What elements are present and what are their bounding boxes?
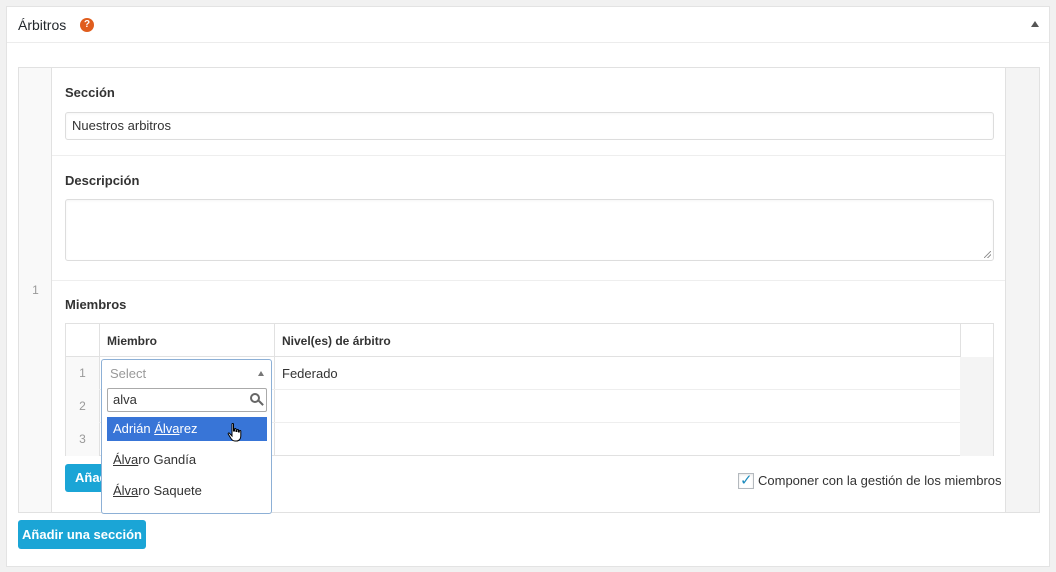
- level-cell[interactable]: Federado: [282, 366, 338, 381]
- help-icon[interactable]: ?: [80, 18, 94, 32]
- compose-checkbox-label[interactable]: Componer con la gestión de los miembros: [758, 473, 1002, 488]
- search-icon: [250, 393, 260, 403]
- panel-title: Árbitros: [18, 17, 67, 33]
- compose-checkbox[interactable]: [738, 471, 754, 489]
- divider: [52, 280, 1005, 281]
- option-match: Álva: [113, 452, 139, 467]
- section-input[interactable]: Nuestros arbitros: [65, 112, 994, 140]
- member-select[interactable]: Select: [101, 359, 272, 387]
- option-match: Álva: [154, 421, 180, 436]
- select-placeholder: Select: [110, 366, 147, 381]
- collapse-icon[interactable]: [1031, 21, 1039, 27]
- divider: [52, 155, 1005, 156]
- arbitros-panel: Árbitros ? 1 Sección Nuestros arbitros D…: [6, 6, 1050, 567]
- description-textarea[interactable]: [65, 199, 994, 261]
- row-actions[interactable]: [960, 357, 993, 390]
- description-label: Descripción: [65, 173, 140, 188]
- option-match: Álva: [113, 483, 139, 498]
- resize-grip-icon[interactable]: [984, 251, 991, 258]
- option-suffix: ro Saquete: [138, 483, 202, 498]
- row-handle[interactable]: 1: [19, 68, 52, 512]
- option-prefix: Adrián: [113, 421, 155, 436]
- member-dropdown: alva Adrián Álvarez Álvaro Gandía Álvaro…: [101, 386, 272, 514]
- hand-pointer-icon: [227, 423, 242, 442]
- table-row-index[interactable]: 1: [66, 357, 99, 390]
- chevron-up-icon: [258, 371, 264, 376]
- section-row: 1 Sección Nuestros arbitros Descripción …: [18, 67, 1040, 514]
- dropdown-search-input[interactable]: alva: [107, 388, 267, 412]
- row-actions[interactable]: [960, 390, 993, 423]
- row-actions[interactable]: [960, 423, 993, 456]
- option-suffix: rez: [179, 421, 198, 436]
- table-row-index[interactable]: 2: [66, 390, 99, 423]
- panel-header[interactable]: Árbitros ?: [7, 7, 1049, 43]
- row-number: 1: [32, 283, 39, 297]
- option-suffix: ro Gandía: [138, 452, 197, 467]
- row-actions[interactable]: [1005, 68, 1039, 512]
- search-value: alva: [113, 392, 137, 407]
- dropdown-option[interactable]: Álvaro Gandía: [107, 448, 267, 472]
- dropdown-option[interactable]: Álvaro Saquete: [107, 479, 267, 503]
- section-label: Sección: [65, 85, 115, 100]
- column-header-miembro: Miembro: [99, 324, 274, 357]
- dropdown-option[interactable]: Adrián Álvarez: [107, 417, 267, 441]
- table-row-index[interactable]: 3: [66, 423, 99, 456]
- add-section-button[interactable]: Añadir una sección: [18, 520, 146, 549]
- column-header-index: [66, 324, 99, 357]
- column-header-nivel: Nivel(es) de árbitro: [274, 324, 960, 357]
- members-label: Miembros: [65, 297, 127, 312]
